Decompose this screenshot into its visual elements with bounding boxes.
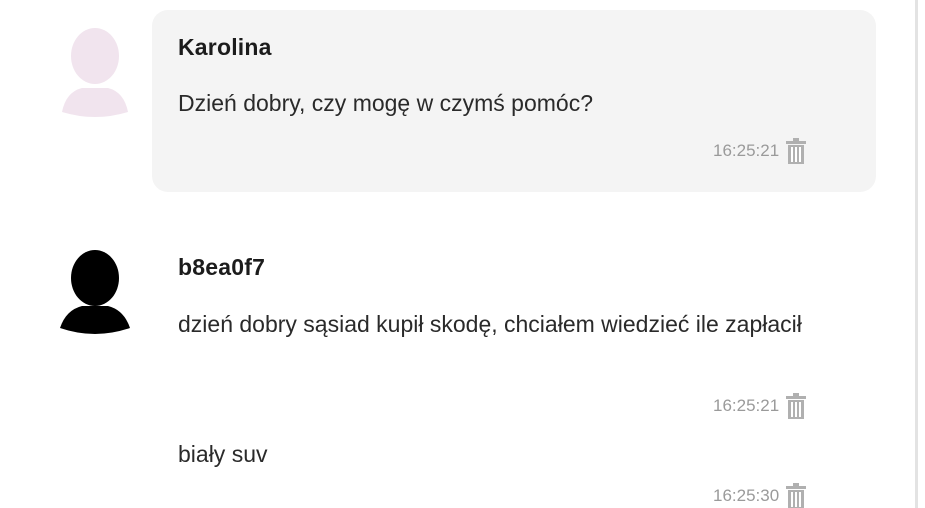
visitor-name: b8ea0f7: [178, 254, 266, 280]
message-timestamp: 16:25:30: [713, 486, 780, 505]
agent-name: Karolina: [178, 34, 272, 60]
agent-avatar-icon: [58, 26, 132, 120]
message-timestamp: 16:25:21: [713, 396, 780, 415]
agent-message-meta: 16:25:21: [713, 137, 807, 165]
visitor-message-text: biały suv: [178, 441, 268, 467]
trash-icon[interactable]: [785, 392, 807, 420]
visitor-avatar-icon: [58, 248, 132, 338]
visitor-message-meta: 16:25:30: [713, 482, 807, 508]
agent-message-text: Dzień dobry, czy mogę w czymś pomóc?: [178, 90, 593, 116]
trash-icon[interactable]: [785, 482, 807, 508]
message-timestamp: 16:25:21: [713, 141, 780, 160]
trash-icon[interactable]: [785, 137, 807, 165]
chat-window: Karolina Dzień dobry, czy mogę w czymś p…: [0, 0, 925, 508]
visitor-message-text: dzień dobry sąsiad kupił skodę, chciałem…: [178, 311, 802, 337]
panel-border: [915, 0, 918, 508]
visitor-message-meta: 16:25:21: [713, 392, 807, 420]
